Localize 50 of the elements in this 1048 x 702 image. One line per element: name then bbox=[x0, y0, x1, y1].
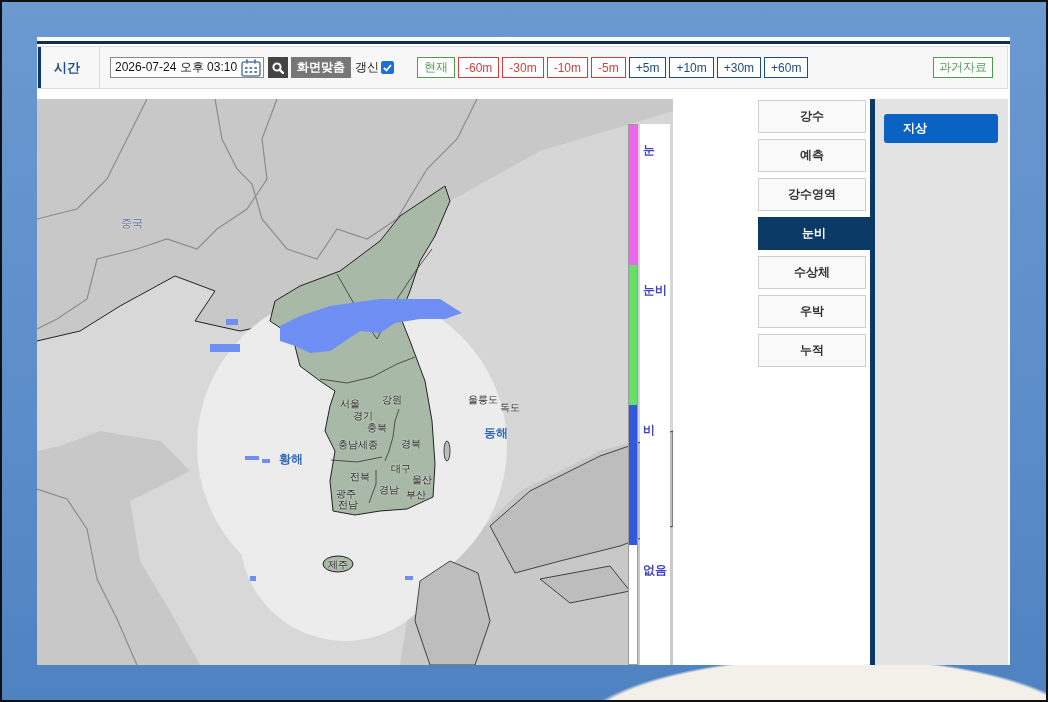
time-step-button[interactable]: +30m bbox=[716, 57, 762, 78]
time-step-button[interactable]: -30m bbox=[502, 57, 544, 78]
place-label: 경북 bbox=[401, 437, 421, 449]
place-label: 서울 bbox=[340, 397, 360, 409]
time-step-button[interactable]: -10m bbox=[546, 57, 589, 78]
menu-button[interactable]: 우박 bbox=[758, 295, 866, 328]
place-label: 제주 bbox=[328, 558, 348, 570]
archive-button[interactable]: 과거자료 bbox=[933, 57, 993, 78]
place-label: 충남세종 bbox=[338, 438, 378, 450]
place-label: 부산 bbox=[406, 488, 426, 500]
time-step-button[interactable]: +10m bbox=[669, 57, 714, 78]
time-step-button[interactable]: -5m bbox=[591, 57, 626, 78]
place-label: 경기 bbox=[353, 409, 373, 421]
search-button[interactable] bbox=[268, 57, 288, 78]
place-label: 대구 bbox=[391, 462, 411, 474]
place-label: 강원 bbox=[382, 393, 402, 405]
time-step-button[interactable]: +60m bbox=[764, 57, 809, 78]
datetime-field[interactable]: 2026-07-24 오후 03:10 bbox=[110, 57, 264, 78]
checkmark-icon bbox=[383, 63, 392, 72]
legend-label: 눈비 bbox=[643, 283, 667, 297]
place-label: 독도 bbox=[500, 401, 520, 413]
country-label: 중국 bbox=[121, 216, 143, 230]
layer-button[interactable]: 지상 bbox=[884, 114, 998, 143]
menu-button[interactable]: 수상체 bbox=[758, 256, 866, 289]
refresh-checkbox[interactable] bbox=[381, 61, 394, 74]
time-step-button[interactable]: +5m bbox=[628, 57, 667, 78]
place-label: 전북 bbox=[350, 470, 370, 482]
place-label: 전남 bbox=[338, 498, 358, 510]
sea-label: 황해 bbox=[279, 453, 303, 467]
search-icon bbox=[272, 61, 284, 74]
place-label: 울릉도 bbox=[468, 393, 498, 405]
time-step-button[interactable]: -60m bbox=[458, 57, 500, 78]
menu-button[interactable]: 강수 bbox=[758, 100, 866, 133]
sea-label: 동해 bbox=[484, 427, 508, 441]
refresh-label: 갱신 bbox=[355, 59, 379, 76]
place-label: 광주 bbox=[336, 487, 356, 499]
place-label: 충북 bbox=[367, 421, 387, 433]
time-label: 시간 bbox=[38, 47, 100, 88]
time-step-button[interactable]: 현재 bbox=[417, 57, 455, 78]
legend-label: 눈 bbox=[643, 143, 655, 157]
legend-label: 없음 bbox=[643, 563, 667, 577]
menu-button[interactable]: 누적 bbox=[758, 334, 866, 367]
legend-label: 비 bbox=[643, 423, 655, 437]
fit-screen-button[interactable]: 화면맞춤 bbox=[291, 57, 351, 78]
calendar-icon[interactable] bbox=[241, 58, 261, 77]
place-label: 울산 bbox=[412, 473, 432, 485]
place-label: 경남 bbox=[379, 483, 399, 495]
menu-button[interactable]: 예측 bbox=[758, 139, 866, 172]
menu-button[interactable]: 강수영역 bbox=[758, 178, 866, 211]
menu-button[interactable]: 눈비 bbox=[758, 217, 870, 250]
